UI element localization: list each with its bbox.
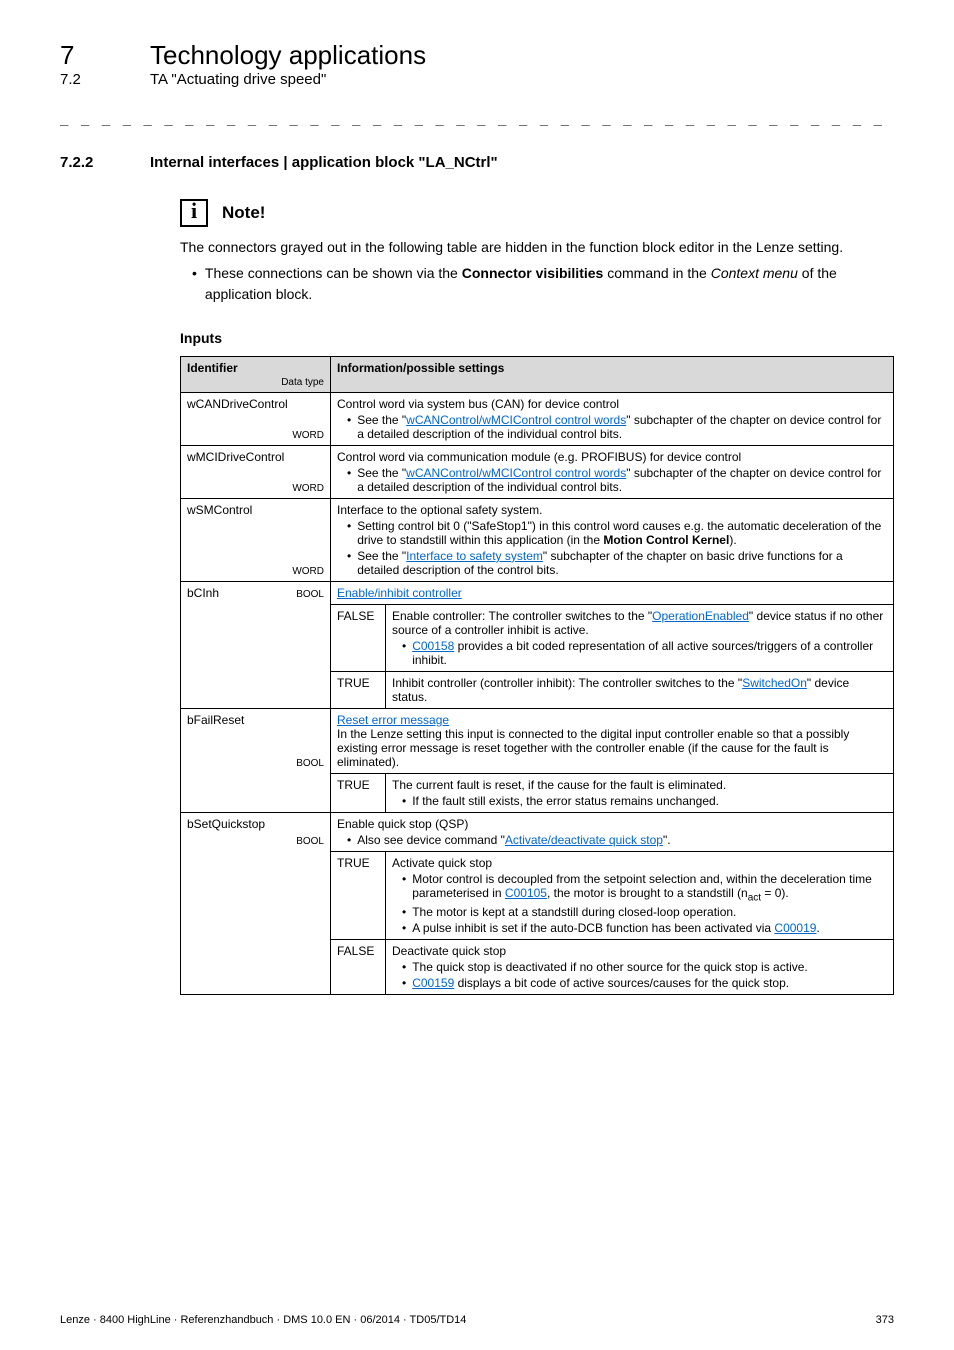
cell-value: TRUE: [331, 851, 386, 939]
cell-desc: Inhibit controller (controller inhibit):…: [386, 671, 894, 708]
link[interactable]: Activate/deactivate quick stop: [505, 833, 663, 847]
note-bullet-italic: Context menu: [711, 265, 798, 281]
link[interactable]: C00159: [412, 976, 454, 990]
cell-desc: Enable quick stop (QSP) •Also see device…: [331, 812, 894, 851]
section-title: TA "Actuating drive speed": [150, 71, 326, 88]
cell-desc: Interface to the optional safety system.…: [331, 498, 894, 581]
note-body-text: The connectors grayed out in the followi…: [180, 237, 894, 257]
footer-page-number: 373: [876, 1314, 894, 1326]
link[interactable]: C00019: [774, 921, 816, 935]
footer-left: Lenze · 8400 HighLine · Referenzhandbuch…: [60, 1314, 466, 1326]
cell-desc: Reset error message In the Lenze setting…: [331, 708, 894, 773]
note-bullet-text: command in the: [603, 265, 710, 281]
table-row: bSetQuickstop BOOL: [181, 812, 331, 851]
note-box: i Note! The connectors grayed out in the…: [180, 199, 894, 304]
link[interactable]: C00158: [412, 639, 454, 653]
note-bullet-bold: Connector visibilities: [462, 265, 604, 281]
cell-value: TRUE: [331, 671, 386, 708]
section-number: 7.2: [60, 71, 100, 88]
link[interactable]: wCANControl/wMCIControl control words: [406, 413, 626, 427]
inputs-heading: Inputs: [180, 330, 894, 346]
cell-desc: Enable controller: The controller switch…: [386, 604, 894, 671]
table-row: wCANDriveControl WORD: [181, 392, 331, 445]
inputs-table: Identifier Data type Information/possibl…: [180, 356, 894, 995]
separator: _ _ _ _ _ _ _ _ _ _ _ _ _ _ _ _ _ _ _ _ …: [60, 110, 894, 126]
cell-desc: Deactivate quick stop •The quick stop is…: [386, 940, 894, 995]
table-row: wSMControl WORD: [181, 498, 331, 581]
th-info: Information/possible settings: [331, 356, 894, 392]
note-bullet: • These connections can be shown via the…: [192, 263, 894, 304]
subsection-title: Internal interfaces | application block …: [150, 154, 498, 171]
cell-desc: Control word via system bus (CAN) for de…: [331, 392, 894, 445]
cell-value: FALSE: [331, 940, 386, 995]
cell-desc: Activate quick stop •Motor control is de…: [386, 851, 894, 939]
page-footer: Lenze · 8400 HighLine · Referenzhandbuch…: [60, 1314, 894, 1326]
table-row: bCInh BOOL: [181, 581, 331, 604]
link[interactable]: wCANControl/wMCIControl control words: [406, 466, 626, 480]
cell-desc: Control word via communication module (e…: [331, 445, 894, 498]
chapter-number: 7: [60, 40, 100, 71]
link[interactable]: Enable/inhibit controller: [337, 586, 462, 600]
info-icon: i: [180, 199, 208, 227]
table-row: bFailReset BOOL: [181, 708, 331, 773]
cell-value: TRUE: [331, 773, 386, 812]
note-label: Note!: [222, 203, 265, 223]
link[interactable]: Interface to safety system: [406, 549, 543, 563]
table-row: wMCIDriveControl WORD: [181, 445, 331, 498]
link[interactable]: Reset error message: [337, 713, 449, 727]
link[interactable]: SwitchedOn: [742, 676, 807, 690]
cell-value: FALSE: [331, 604, 386, 671]
subsection-number: 7.2.2: [60, 154, 100, 171]
th-identifier: Identifier Data type: [181, 356, 331, 392]
chapter-title: Technology applications: [150, 40, 426, 71]
link[interactable]: C00105: [505, 886, 547, 900]
link[interactable]: OperationEnabled: [652, 609, 749, 623]
cell-desc: Enable/inhibit controller: [331, 581, 894, 604]
note-bullet-text: These connections can be shown via the: [205, 265, 462, 281]
cell-desc: The current fault is reset, if the cause…: [386, 773, 894, 812]
